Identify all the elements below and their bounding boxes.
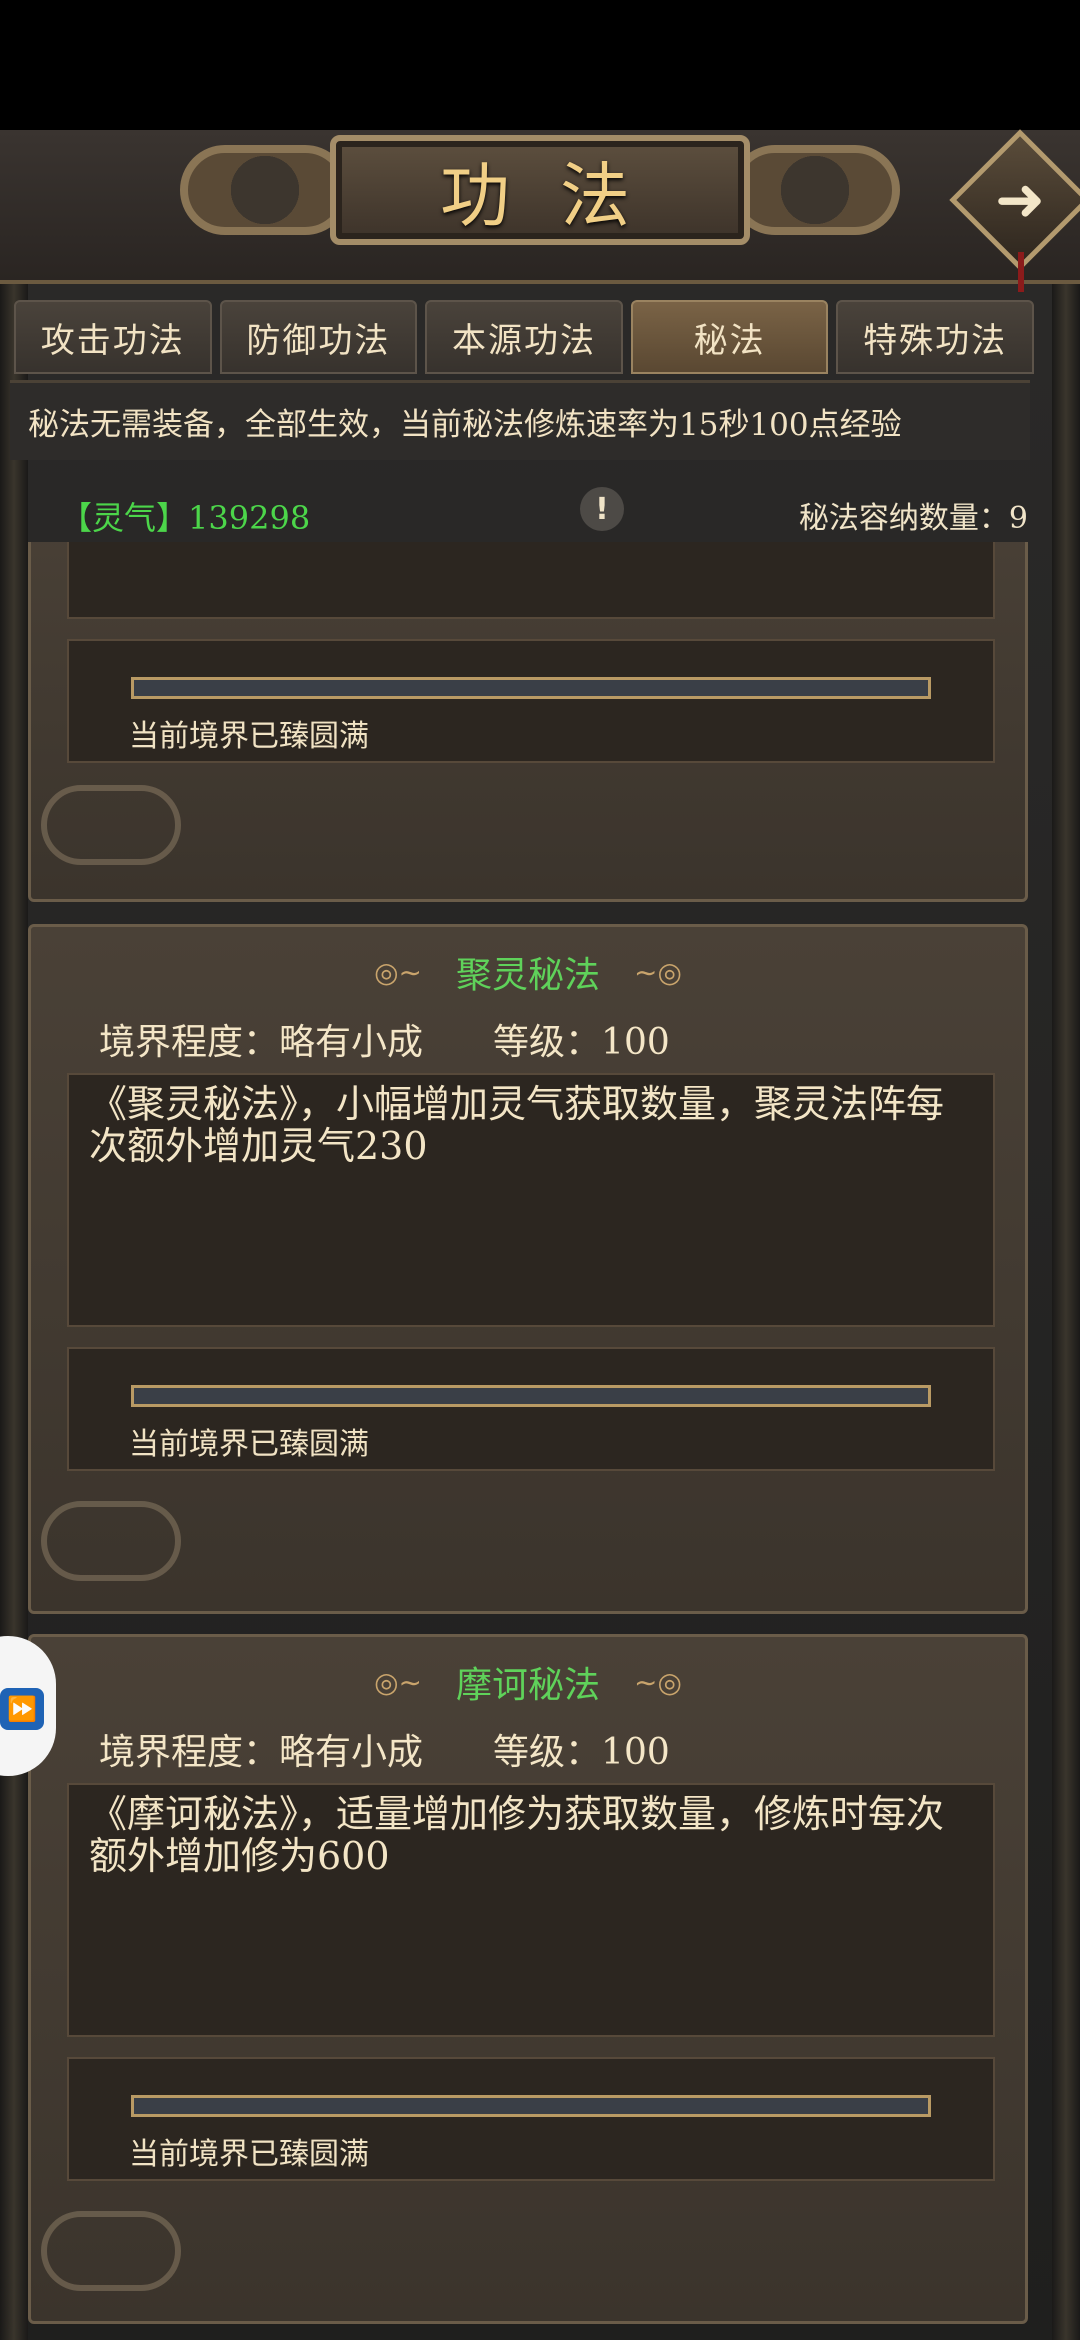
card-title-band: ◎∼ 聚灵秘法 ∼◎	[31, 937, 1025, 1007]
secret-art-card[interactable]: ◎∼ 摩诃秘法 ∼◎ 境界程度：略有小成 等级：100 《摩诃秘法》，适量增加修为…	[28, 1634, 1028, 2324]
capacity-label: 秘法容纳数量：	[798, 501, 1009, 536]
swirl-right-icon: ∼◎	[634, 955, 682, 989]
level-value: 100	[601, 1022, 670, 1063]
progress-box: 当前境界已臻圆满	[67, 1347, 995, 1471]
tab-secret-arts[interactable]: 秘法	[630, 300, 829, 374]
swirl-right-icon: ∼◎	[634, 1665, 682, 1699]
cloud-ornament-right-icon	[730, 145, 900, 235]
tab-bar: 攻击功法 防御功法 本源功法 秘法 特殊功法	[14, 300, 1034, 374]
capacity-counter: 秘法容纳数量：9	[799, 493, 1028, 537]
cloud-decoration-icon	[41, 785, 181, 865]
description-box: 《聚灵秘法》，小幅增加灵气获取数量，聚灵法阵每次额外增加灵气230	[67, 1073, 995, 1327]
tab-special-skills[interactable]: 特殊功法	[836, 300, 1034, 374]
progress-bar	[131, 1385, 931, 1407]
card-meta: 境界程度：略有小成 等级：100	[99, 1013, 670, 1065]
swirl-left-icon: ◎∼	[374, 955, 422, 989]
realm-label: 境界程度：	[99, 1732, 280, 1773]
card-partial: 当前境界已臻圆满	[28, 542, 1028, 902]
realm-value: 略有小成	[279, 1022, 424, 1063]
level-label: 等级：	[493, 1022, 602, 1063]
resource-row: 【灵气】139298 ! 秘法容纳数量：9	[20, 485, 1030, 541]
spirit-value: 139298	[188, 499, 311, 537]
cloud-ornament-left-icon	[180, 145, 350, 235]
title-plate: 功法	[330, 135, 750, 245]
partial-desc-box	[67, 542, 995, 619]
card-meta: 境界程度：略有小成 等级：100	[99, 1723, 670, 1775]
fast-forward-icon[interactable]: ⏩	[0, 1688, 44, 1730]
progress-box: 当前境界已臻圆满	[67, 2057, 995, 2181]
card-title-band: ◎∼ 摩诃秘法 ∼◎	[31, 1647, 1025, 1717]
arrow-right-icon[interactable]: ➜	[980, 165, 1060, 235]
level-label: 等级：	[493, 1732, 602, 1773]
progress-bar	[131, 2095, 931, 2117]
spirit-label: 【灵气】	[60, 499, 189, 537]
status-area	[0, 0, 1080, 130]
tassel-decoration	[1018, 252, 1024, 292]
realm-value: 略有小成	[279, 1732, 424, 1773]
card-title: 摩诃秘法	[455, 1665, 600, 1706]
progress-fill	[134, 680, 928, 696]
swirl-left-icon: ◎∼	[374, 1665, 422, 1699]
notice-text: 秘法无需装备，全部生效，当前秘法修炼速率为15秒100点经验	[10, 380, 1030, 460]
realm-label: 境界程度：	[99, 1022, 280, 1063]
progress-status: 当前境界已臻圆满	[129, 1427, 369, 1462]
capacity-value: 9	[1008, 501, 1028, 536]
spirit-counter: 【灵气】139298	[60, 493, 310, 539]
card-title: 聚灵秘法	[455, 955, 600, 996]
secret-art-card[interactable]: ◎∼ 聚灵秘法 ∼◎ 境界程度：略有小成 等级：100 《聚灵秘法》，小幅增加灵气…	[28, 924, 1028, 1614]
tab-defense-skills[interactable]: 防御功法	[219, 300, 418, 374]
progress-fill	[134, 1388, 928, 1404]
cloud-decoration-icon	[41, 1501, 181, 1581]
frame-edge-right	[1052, 190, 1080, 2340]
progress-bar	[131, 677, 931, 699]
tab-attack-skills[interactable]: 攻击功法	[14, 300, 212, 374]
cloud-decoration-icon	[41, 2211, 181, 2291]
secret-arts-list[interactable]: 当前境界已臻圆满 ◎∼ 聚灵秘法 ∼◎ 境界程度：略有小成 等级：100 《聚灵秘…	[28, 542, 1028, 2340]
tab-origin-skills[interactable]: 本源功法	[425, 300, 623, 374]
exclamation-icon[interactable]: !	[580, 487, 624, 531]
progress-status: 当前境界已臻圆满	[129, 2137, 369, 2172]
progress-fill	[134, 2098, 928, 2114]
description-box: 《摩诃秘法》，适量增加修为获取数量，修炼时每次额外增加修为600	[67, 1783, 995, 2037]
level-value: 100	[601, 1732, 670, 1773]
progress-status: 当前境界已臻圆满	[129, 719, 369, 754]
partial-progress-box: 当前境界已臻圆满	[67, 639, 995, 763]
page-title: 功法	[440, 154, 680, 237]
